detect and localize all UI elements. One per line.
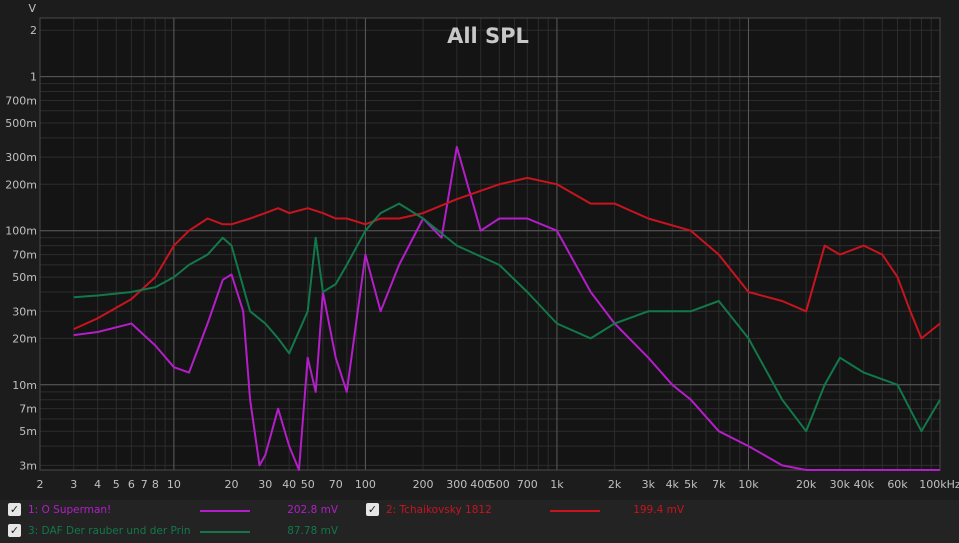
x-tick-label: 700 [517, 478, 538, 491]
checkbox-icon[interactable]: ✓ [8, 503, 21, 516]
y-axis-unit-label: V [28, 2, 36, 15]
chart-area: 2 3 4 5 6 7 8 10 20 30 40 50 70 100 200 300 400 500 700 1k 2… [0, 0, 959, 500]
checkbox-icon[interactable]: ✓ [8, 524, 21, 537]
x-tick-label: 70 [329, 478, 343, 491]
x-tick-label: 40 [282, 478, 296, 491]
y-tick-label: 50m [12, 271, 37, 284]
legend-swatch [200, 510, 250, 512]
x-tick-label: 200 [413, 478, 434, 491]
x-tick-label: 10 [167, 478, 181, 491]
x-tick-label: 4 [94, 478, 101, 491]
y-tick-label: 700m [5, 94, 37, 107]
legend-entry-tchaikovsky[interactable]: ✓ 2: Tchaikovsky 1812 199.4 mV [366, 500, 706, 520]
legend-swatch [550, 510, 600, 512]
legend-swatch [200, 531, 250, 533]
x-tick-label: 100 [355, 478, 376, 491]
spl-chart: 2 3 4 5 6 7 8 10 20 30 40 50 70 100 200 300 400500 700 1k 2… [0, 0, 959, 500]
y-tick-label: 1 [30, 71, 37, 84]
x-tick-label: 30 [258, 478, 272, 491]
x-tick-label: 4k [666, 478, 680, 491]
x-tick-label: 7 [141, 478, 148, 491]
legend-entry-daf[interactable]: ✓ 3: DAF Der rauber und der Prin 87.78 m… [8, 521, 348, 541]
y-tick-label: 500m [5, 117, 37, 130]
legend-panel: ✓ 1: O Superman! 202.8 mV ✓ 2: Tchaikovs… [0, 500, 959, 543]
y-tick-label: 3m [19, 459, 37, 472]
x-tick-label: 7k [712, 478, 726, 491]
x-tick-label: 6 [128, 478, 135, 491]
x-tick-label: 20 [225, 478, 239, 491]
checkbox-icon[interactable]: ✓ [366, 503, 379, 516]
legend-series-name: 2: Tchaikovsky 1812 [386, 504, 492, 516]
x-tick-label: 1k [550, 478, 564, 491]
y-tick-label: 70m [12, 249, 37, 262]
y-tick-label: 20m [12, 332, 37, 345]
x-tick-label: 2 [37, 478, 44, 491]
y-tick-label: 10m [12, 379, 37, 392]
x-tick-label: 60k [887, 478, 908, 491]
y-tick-label: 30m [12, 305, 37, 318]
legend-series-value: 87.78 mV [287, 525, 338, 537]
x-tick-label: 20k [796, 478, 817, 491]
x-tick-label: 40k [854, 478, 875, 491]
y-tick-label: 200m [5, 178, 37, 191]
x-tick-label: 2k [608, 478, 622, 491]
legend-series-name: 1: O Superman! [28, 504, 112, 516]
x-tick-label: 10k [738, 478, 759, 491]
x-tick-label: 300 [446, 478, 467, 491]
legend-entry-superman[interactable]: ✓ 1: O Superman! 202.8 mV [8, 500, 348, 520]
y-tick-label: 300m [5, 151, 37, 164]
x-tick-label: 8 [152, 478, 159, 491]
legend-series-name: 3: DAF Der rauber und der Prin [28, 525, 191, 537]
x-tick-label: 5 [113, 478, 120, 491]
x-tick-label: 500 [489, 478, 510, 491]
x-tick-label: 5k [684, 478, 698, 491]
x-tick-label: 3k [642, 478, 656, 491]
x-tick-label: 30k [830, 478, 851, 491]
y-tick-label: 7m [19, 403, 37, 416]
chart-title: All SPL [447, 24, 529, 48]
y-tick-label: 2 [30, 24, 37, 37]
legend-series-value: 202.8 mV [287, 504, 338, 516]
x-tick-label: 3 [70, 478, 77, 491]
x-tick-label: 100kHz [919, 478, 959, 491]
legend-series-value: 199.4 mV [633, 504, 684, 516]
y-tick-label: 100m [5, 225, 37, 238]
y-tick-label: 5m [19, 425, 37, 438]
x-tick-label: 50 [301, 478, 315, 491]
